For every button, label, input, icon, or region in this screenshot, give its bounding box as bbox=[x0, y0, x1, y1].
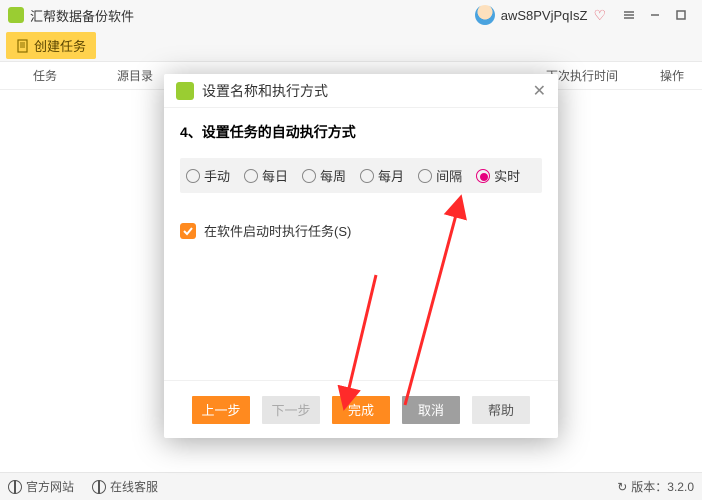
radio-icon bbox=[244, 169, 258, 183]
next-button: 下一步 bbox=[262, 396, 320, 424]
official-site-label: 官方网站 bbox=[26, 478, 74, 495]
radio-realtime[interactable]: 实时 bbox=[476, 166, 520, 185]
radio-icon bbox=[302, 169, 316, 183]
radio-interval[interactable]: 间隔 bbox=[418, 166, 462, 185]
radio-daily-label: 每日 bbox=[262, 166, 288, 185]
titlebar: 汇帮数据备份软件 awS8PVjPqIsZ ♡ bbox=[0, 0, 702, 30]
radio-icon bbox=[418, 169, 432, 183]
checkbox-label: 在软件启动时执行任务(S) bbox=[204, 221, 351, 240]
version-label: 版本： bbox=[631, 478, 667, 495]
radio-manual[interactable]: 手动 bbox=[186, 166, 230, 185]
username[interactable]: awS8PVjPqIsZ bbox=[501, 8, 588, 23]
dialog-footer: 上一步 下一步 完成 取消 帮助 bbox=[164, 380, 558, 438]
app-title: 汇帮数据备份软件 bbox=[30, 6, 134, 25]
radio-weekly-label: 每周 bbox=[320, 166, 346, 185]
radio-manual-label: 手动 bbox=[204, 166, 230, 185]
dialog-titlebar: 设置名称和执行方式 ✕ bbox=[164, 74, 558, 108]
radio-realtime-label: 实时 bbox=[494, 166, 520, 185]
dialog-heading: 4、设置任务的自动执行方式 bbox=[180, 122, 542, 142]
radio-icon bbox=[360, 169, 374, 183]
col-task: 任务 bbox=[0, 67, 90, 84]
menu-icon[interactable] bbox=[616, 4, 642, 26]
radio-icon bbox=[186, 169, 200, 183]
schedule-radio-group: 手动 每日 每周 每月 间隔 实时 bbox=[180, 158, 542, 193]
radio-icon bbox=[476, 169, 490, 183]
statusbar: 官方网站 在线客服 ↻ 版本： 3.2.0 bbox=[0, 472, 702, 500]
globe-icon bbox=[92, 480, 106, 494]
dialog-app-icon bbox=[176, 82, 194, 100]
document-icon bbox=[16, 39, 30, 53]
app-icon bbox=[8, 7, 24, 23]
run-on-startup-checkbox[interactable]: 在软件启动时执行任务(S) bbox=[180, 221, 542, 240]
refresh-icon[interactable]: ↻ bbox=[617, 480, 627, 494]
online-service-link[interactable]: 在线客服 bbox=[92, 478, 158, 495]
radio-interval-label: 间隔 bbox=[436, 166, 462, 185]
checkbox-icon bbox=[180, 223, 196, 239]
official-site-link[interactable]: 官方网站 bbox=[8, 478, 74, 495]
finish-button[interactable]: 完成 bbox=[332, 396, 390, 424]
heart-icon[interactable]: ♡ bbox=[593, 7, 606, 24]
avatar[interactable] bbox=[475, 5, 495, 25]
help-button[interactable]: 帮助 bbox=[472, 396, 530, 424]
dialog-title: 设置名称和执行方式 bbox=[202, 81, 328, 101]
create-task-button[interactable]: 创建任务 bbox=[6, 32, 96, 59]
schedule-dialog: 设置名称和执行方式 ✕ 4、设置任务的自动执行方式 手动 每日 每周 每月 bbox=[164, 74, 558, 438]
version-value: 3.2.0 bbox=[667, 480, 694, 494]
maximize-icon[interactable] bbox=[668, 4, 694, 26]
radio-daily[interactable]: 每日 bbox=[244, 166, 288, 185]
cancel-button[interactable]: 取消 bbox=[402, 396, 460, 424]
radio-monthly[interactable]: 每月 bbox=[360, 166, 404, 185]
prev-button[interactable]: 上一步 bbox=[192, 396, 250, 424]
col-action: 操作 bbox=[642, 67, 702, 84]
radio-monthly-label: 每月 bbox=[378, 166, 404, 185]
close-icon[interactable]: ✕ bbox=[533, 81, 546, 101]
minimize-icon[interactable] bbox=[642, 4, 668, 26]
online-service-label: 在线客服 bbox=[110, 478, 158, 495]
toolbar: 创建任务 bbox=[0, 30, 702, 62]
radio-weekly[interactable]: 每周 bbox=[302, 166, 346, 185]
create-task-label: 创建任务 bbox=[34, 36, 86, 55]
globe-icon bbox=[8, 480, 22, 494]
